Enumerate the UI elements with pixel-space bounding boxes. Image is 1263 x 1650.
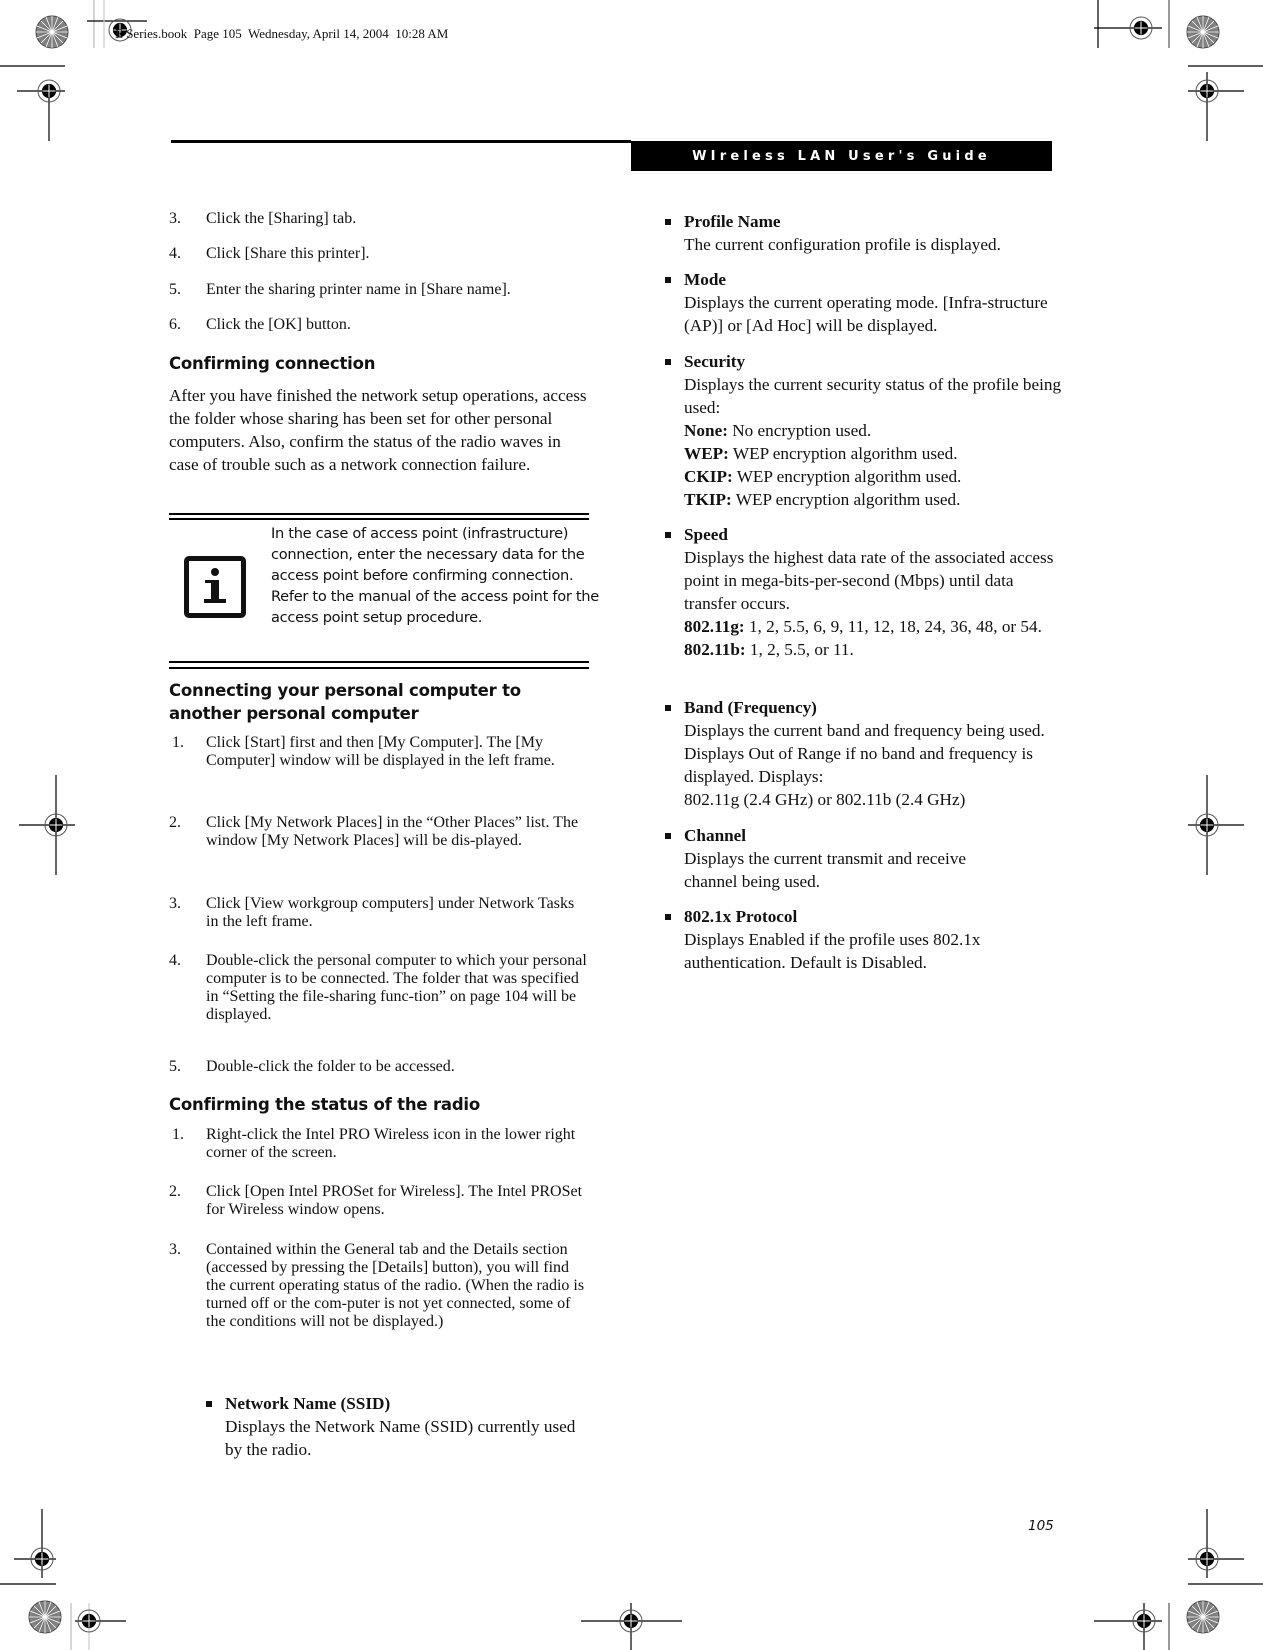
note-rule-top — [169, 518, 589, 520]
list-item: 1. Right-click the Intel PRO Wireless ico… — [172, 1126, 576, 1161]
term-label: None: — [684, 421, 728, 440]
bullet-text: Displays the highest data rate of the as… — [684, 548, 1054, 613]
term-text: WEP encryption algorithm used. — [732, 467, 962, 486]
section-heading: Confirming connection — [169, 354, 376, 373]
term-label: CKIP: — [684, 467, 733, 486]
list-item: 3. Click the [Sharing] tab. — [169, 210, 357, 227]
header-rule — [171, 140, 631, 143]
bullet-square-icon — [665, 914, 671, 920]
bullet-square-icon — [665, 219, 671, 225]
bullet-text: Displays the current operating mode. [In… — [684, 293, 1048, 335]
list-item: 5. Double-click the folder to be accessed… — [169, 1058, 455, 1075]
bullet-text: Displays the Network Name (SSID) current… — [225, 1417, 576, 1459]
section-heading: Connecting your personal computer to ano… — [169, 681, 521, 723]
bullet-title: Channel — [684, 826, 747, 845]
bullet-text: 802.11g (2.4 GHz) or 802.11b (2.4 GHz) — [684, 790, 966, 809]
bullet-item: Band (Frequency) Displays the current ba… — [665, 696, 1065, 811]
bullet-item: 802.1x Protocol Displays Enabled if the … — [665, 905, 995, 974]
paragraph: After you have finished the network setu… — [169, 386, 587, 474]
bullet-item: Channel Displays the current transmit an… — [665, 824, 995, 893]
print-slug: E Series.book Page 105 Wednesday, April … — [115, 26, 449, 41]
list-item: 4. Click [Share this printer]. — [169, 245, 370, 262]
bullet-title: Band (Frequency) — [684, 698, 817, 717]
term-label: WEP: — [684, 444, 729, 463]
bullet-text: Displays the current transmit and receiv… — [684, 849, 967, 891]
bullet-item: Profile Name The current configuration p… — [665, 210, 1065, 256]
term-label: 802.11g: — [684, 617, 745, 636]
info-icon — [184, 556, 246, 618]
term-text: 1, 2, 5.5, 6, 9, 11, 12, 18, 24, 36, 48,… — [744, 617, 1042, 636]
note-rule-bottom — [169, 661, 589, 663]
bullet-square-icon — [206, 1401, 212, 1407]
list-item: 4. Double-click the personal computer to … — [169, 952, 587, 1023]
bullet-title: Security — [684, 352, 746, 371]
page-number: 105 — [1028, 1518, 1054, 1534]
bullet-title: Profile Name — [684, 212, 781, 231]
bullet-text: Displays the current security status of … — [684, 375, 1062, 417]
term-text: WEP encryption algorithm used. — [728, 444, 958, 463]
list-item: 3. Click [View workgroup computers] under… — [169, 895, 575, 930]
bullet-item: Speed Displays the highest data rate of … — [665, 523, 1065, 661]
bullet-square-icon — [665, 359, 671, 365]
bullet-square-icon — [665, 705, 671, 711]
term-text: WEP encryption algorithm used. — [731, 490, 961, 509]
bullet-title: Speed — [684, 525, 728, 544]
term-label: 802.11b: — [684, 640, 746, 659]
note-text: In the case of access point (infrastruct… — [271, 525, 599, 626]
color-star-mark — [35, 15, 69, 49]
bullet-square-icon — [665, 277, 671, 283]
running-header: WIreless LAN User's Guide — [631, 141, 1052, 171]
note-rule-bottom — [169, 667, 589, 669]
bullet-square-icon — [665, 532, 671, 538]
running-header-title: WIreless LAN User's Guide — [692, 148, 991, 164]
bullet-item: Security Displays the current security s… — [665, 350, 1075, 511]
list-item: 5. Enter the sharing printer name in [Sha… — [169, 281, 511, 298]
bullet-square-icon — [665, 833, 671, 839]
list-item: 1. Click [Start] first and then [My Compu… — [172, 734, 555, 769]
bullet-text: The current configuration profile is dis… — [684, 235, 1001, 254]
bullet-title: Network Name (SSID) — [225, 1394, 391, 1413]
section-heading: Confirming the status of the radio — [169, 1095, 481, 1114]
term-label: TKIP: — [684, 490, 732, 509]
term-text: 1, 2, 5.5, or 11. — [745, 640, 854, 659]
list-item: 2. Click [My Network Places] in the “Othe… — [169, 814, 579, 849]
list-item: 3. Contained within the General tab and t… — [169, 1241, 585, 1330]
bullet-item: Network Name (SSID) Displays the Network… — [206, 1392, 591, 1461]
bullet-title: Mode — [684, 270, 727, 289]
bullet-text: Displays the current band and frequency … — [684, 721, 1045, 786]
bullet-item: Mode Displays the current operating mode… — [665, 268, 1065, 337]
bullet-title: 802.1x Protocol — [684, 907, 798, 926]
bullet-text: Displays Enabled if the profile uses 802… — [684, 930, 981, 972]
list-item: 6. Click the [OK] button. — [169, 316, 351, 333]
term-text: No encryption used. — [727, 421, 872, 440]
list-item: 2. Click [Open Intel PROSet for Wireless]… — [169, 1183, 583, 1218]
note-rule-top — [169, 513, 589, 515]
